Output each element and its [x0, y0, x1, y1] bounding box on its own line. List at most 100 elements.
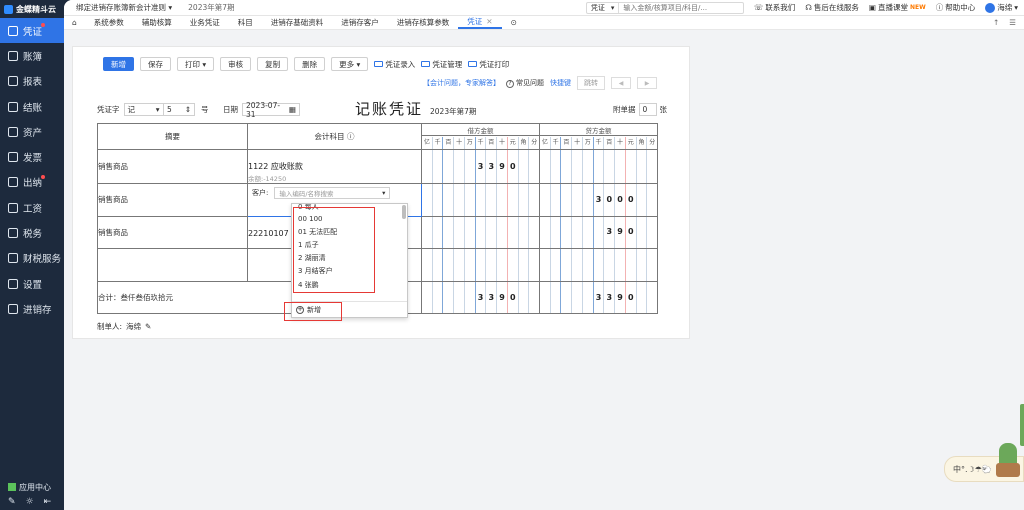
tab-inventory-customers[interactable]: 进销存客户	[332, 16, 388, 29]
company-selector[interactable]: 绑定进销存账簿新会计准则 ▾	[76, 2, 172, 13]
date-field[interactable]: 2023-07-31 ▦	[242, 100, 300, 119]
account-cell[interactable]: 1122 应收账款 余额:-14250	[247, 149, 422, 184]
credit-cell[interactable]	[539, 149, 658, 184]
video-icon	[468, 61, 478, 67]
chevron-right-icon: ▶	[644, 79, 650, 87]
digit-unit: 分	[646, 136, 657, 149]
sun-icon[interactable]: ☼	[26, 497, 34, 507]
collapse-icon[interactable]: ⇤	[44, 497, 52, 507]
tab-auxiliary[interactable]: 辅助核算	[133, 16, 181, 29]
amount-digit	[474, 184, 486, 216]
account-header-label: 会计科目	[314, 132, 345, 141]
credit-cell[interactable]	[539, 248, 658, 282]
summary-cell[interactable]: 销售商品	[97, 183, 248, 217]
mascot-widget[interactable]: 中°.☽☂︎🐑	[944, 443, 1024, 482]
amount-digit	[442, 249, 453, 281]
dropdown-scrollbar[interactable]	[402, 205, 406, 219]
debit-cell[interactable]	[421, 215, 540, 250]
sidebar-item-assets[interactable]: 资产	[0, 119, 64, 144]
print-button[interactable]: 打印 ▾	[177, 57, 215, 71]
tab-voucher-label: 凭证	[467, 17, 483, 26]
edit-icon[interactable]: ✎	[8, 497, 16, 507]
amount-digit	[496, 184, 507, 216]
new-button[interactable]: 新增	[103, 57, 134, 71]
voucher-manage-link[interactable]: 凭证管理	[421, 59, 462, 70]
sidebar-item-inventory[interactable]: 进销存	[0, 296, 64, 321]
voucher-word-select[interactable]: 记 ▾	[123, 103, 164, 116]
sidebar-item-payroll[interactable]: 工资	[0, 195, 64, 220]
summary-cell[interactable]: 销售商品	[97, 215, 248, 250]
sidebar-item-settings[interactable]: 设置	[0, 271, 64, 296]
sidebar-item-label: 进销存	[23, 304, 52, 316]
expert-answer-link[interactable]: 【会计问题，专家解答】	[423, 78, 500, 88]
save-button[interactable]: 保存	[140, 57, 171, 71]
tab-home[interactable]: ⌂	[64, 16, 85, 29]
debit-cell[interactable]	[421, 248, 540, 282]
amount-digit: 0	[603, 184, 614, 216]
tab-add[interactable]: ⊙	[502, 16, 526, 29]
video-icon: ▣	[868, 3, 876, 12]
more-button[interactable]: 更多 ▾	[331, 57, 369, 71]
debit-cell[interactable]	[421, 183, 540, 217]
live-class-link[interactable]: ▣ 直播课堂 NEW	[869, 2, 926, 13]
sidebar-item-tax-service[interactable]: 财税服务	[0, 246, 64, 271]
tab-voucher[interactable]: 凭证 ✕	[458, 16, 502, 29]
tab-business-voucher[interactable]: 业务凭证	[181, 16, 229, 29]
copy-button[interactable]: 复制	[257, 57, 289, 71]
debit-cell[interactable]: 3390	[421, 149, 540, 184]
prev-voucher-button[interactable]: ◀	[611, 77, 631, 89]
tab-inventory-basics[interactable]: 进销存基础资料	[262, 16, 333, 29]
menu-icon[interactable]: ☰	[1009, 18, 1016, 27]
edit-icon[interactable]: ✎	[145, 322, 151, 331]
add-tab-icon: ⊙	[510, 18, 517, 27]
app-center-link[interactable]: 应用中心	[0, 480, 64, 494]
faq-link[interactable]: ? 常见问题	[506, 78, 544, 88]
amount-digit	[463, 184, 475, 216]
jump-button[interactable]: 跳转	[577, 76, 605, 90]
tab-accounts[interactable]: 科目	[229, 16, 262, 29]
shortcut-link[interactable]: 快捷键	[550, 78, 571, 88]
help-center-link[interactable]: ⓘ 帮助中心	[936, 2, 976, 13]
summary-cell[interactable]	[97, 248, 248, 282]
sidebar-footer: 应用中心 ✎ ☼ ⇤	[0, 480, 64, 510]
amount-digit	[506, 249, 518, 281]
question-icon[interactable]: ⓘ	[347, 132, 355, 141]
online-service-link[interactable]: ☊ 售后在线服务	[805, 2, 859, 13]
audit-button[interactable]: 审核	[220, 57, 252, 71]
attachments-count-input[interactable]: 0	[638, 103, 657, 116]
contact-us-link[interactable]: ☏ 联系我们	[754, 2, 795, 13]
digit-unit: 角	[635, 136, 647, 149]
credit-cell[interactable]: 390	[539, 215, 658, 250]
aux-customer-input[interactable]: 输入编码/名称搜索 ▾	[274, 187, 391, 199]
voucher-number-stepper[interactable]: 5 ⇕	[163, 103, 195, 116]
arrow-up-icon[interactable]: ↑	[993, 18, 999, 27]
summary-cell[interactable]: 销售商品	[97, 149, 248, 184]
tab-inventory-params[interactable]: 进销存核算参数	[388, 16, 459, 29]
tab-system-params[interactable]: 系统参数	[85, 16, 133, 29]
digit-unit: 元	[506, 136, 518, 149]
sidebar-item-tax[interactable]: 税务	[0, 220, 64, 245]
sidebar-item-voucher[interactable]: 凭证	[0, 18, 64, 44]
question-icon: ?	[506, 79, 514, 88]
digit-unit: 十	[571, 136, 582, 149]
voucher-entry-link[interactable]: 凭证录入	[374, 59, 415, 70]
side-widget-handle[interactable]	[1020, 404, 1024, 446]
amount-digit	[422, 184, 432, 216]
voucher-print-link[interactable]: 凭证打印	[468, 59, 509, 70]
search-input[interactable]	[619, 3, 720, 12]
next-voucher-button[interactable]: ▶	[637, 77, 657, 89]
sidebar-item-closing[interactable]: 结账	[0, 94, 64, 119]
sidebar-item-report[interactable]: 报表	[0, 69, 64, 94]
date-value: 2023-07-31	[246, 100, 281, 119]
search-type-select[interactable]: 凭证 ▾	[587, 2, 620, 13]
amount-digit	[560, 150, 571, 183]
sidebar-item-ledger[interactable]: 账簿	[0, 43, 64, 68]
user-menu[interactable]: 海绵 ▾	[985, 2, 1018, 13]
sidebar-item-cashier[interactable]: 出纳	[0, 170, 64, 195]
sidebar-item-invoice[interactable]: 发票	[0, 144, 64, 169]
delete-button[interactable]: 删除	[294, 57, 326, 71]
close-icon[interactable]: ✕	[486, 17, 492, 26]
amount-digit	[635, 249, 647, 281]
credit-cell[interactable]: 3000	[539, 183, 658, 217]
contact-us-label: 联系我们	[765, 3, 796, 12]
